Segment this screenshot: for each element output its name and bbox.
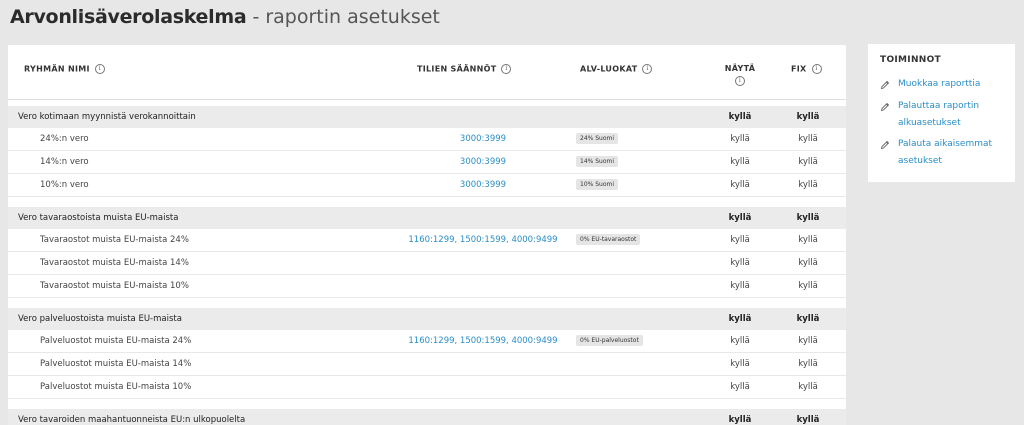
fix-value[interactable]: kyllä [788,151,828,173]
vat-class-cell: 14% Suomi [576,151,619,173]
header-fix: FIX i [791,64,822,74]
actions-title: TOIMINNOT [880,55,941,65]
pencil-icon [880,80,890,90]
restore-previous-action[interactable]: Palauta aikaisemmat asetukset [880,139,1010,170]
show-value[interactable]: kyllä [720,330,760,352]
show-value[interactable]: kyllä [720,275,760,297]
show-value[interactable]: kyllä [720,128,760,150]
group-name: Vero tavaroiden maahantuonneista EU:n ul… [18,415,246,425]
report-settings-table: RYHMÄN NIMI i TILIEN SÄÄNNÖT i ALV-LUOKAT i… [8,45,846,425]
table-row: Tavaraostot muista EU-maista 14% kyllä kyl… [8,252,846,275]
vat-class-cell: 0% EU-tavaraostot [576,229,641,251]
table-body: Vero kotimaan myynnistä verokannoittain k… [8,106,846,425]
fix-value[interactable]: kyllä [788,252,828,274]
fix-value[interactable]: kyllä [788,229,828,251]
fix-value[interactable]: kyllä [788,128,828,150]
header-group-name: RYHMÄN NIMI i [24,64,105,74]
show-value[interactable]: kyllä [720,353,760,375]
fix-value[interactable]: kyllä [788,207,828,229]
table-header: RYHMÄN NIMI i TILIEN SÄÄNNÖT i ALV-LUOKAT i… [8,45,846,100]
vat-class-badge: 24% Suomi [576,133,619,144]
header-account-rules: TILIEN SÄÄNNÖT i [417,64,512,74]
info-icon[interactable]: i [735,76,745,86]
fix-value[interactable]: kyllä [788,106,828,128]
info-icon[interactable]: i [642,64,653,74]
vat-class-badge: 0% EU-palveluostot [576,335,643,346]
actions-panel: TOIMINNOT Muokkaa raporttia Palauttaa ra… [868,44,1015,182]
show-value[interactable]: kyllä [720,151,760,173]
pencil-icon [880,102,890,112]
fix-value[interactable]: kyllä [788,275,828,297]
reset-report-link[interactable]: Palauttaa raportin alkuasetukset [898,98,1010,132]
vat-class-cell: 24% Suomi [576,128,619,150]
show-value[interactable]: kyllä [720,376,760,398]
show-value[interactable]: kyllä [720,308,760,330]
pencil-icon [880,140,890,150]
vat-class-badge: 14% Suomi [576,156,619,167]
fix-value[interactable]: kyllä [788,376,828,398]
vat-class-badge: 10% Suomi [576,179,619,190]
fix-value[interactable]: kyllä [788,330,828,352]
fix-value[interactable]: kyllä [788,174,828,196]
table-row: Tavaraostot muista EU-maista 10% kyllä kyl… [8,275,846,298]
page-title: Arvonlisäverolaskelma - raportin asetuks… [10,6,440,28]
row-name: Tavaraostot muista EU-maista 10% [40,281,189,291]
row-name: Palveluostot muista EU-maista 24% [40,336,192,346]
table-row: Palveluostot muista EU-maista 24% 1160:12… [8,330,846,353]
vat-class-cell: 10% Suomi [576,174,619,196]
table-row: Palveluostot muista EU-maista 10% kyllä ky… [8,376,846,399]
header-vat-classes: ALV-LUOKAT i [580,64,653,74]
reset-report-action[interactable]: Palauttaa raportin alkuasetukset [880,101,1010,132]
table-row: 14%:n vero 3000:3999 14% Suomi kyllä kyllä [8,151,846,174]
row-name: 10%:n vero [40,180,89,190]
group-row: Vero tavaroiden maahantuonneista EU:n ul… [8,409,846,425]
row-name: Tavaraostot muista EU-maista 24% [40,235,189,245]
vat-class-badge: 0% EU-tavaraostot [576,234,641,245]
row-name: Palveluostot muista EU-maista 10% [40,382,192,392]
fix-value[interactable]: kyllä [788,308,828,330]
group-name: Vero tavaraostoista muista EU-maista [18,213,179,223]
group-row: Vero tavaraostoista muista EU-maista kyll… [8,207,846,229]
header-show: NÄYTÄ i [724,64,756,86]
info-icon[interactable]: i [811,64,822,74]
edit-report-link[interactable]: Muokkaa raporttia [898,76,980,93]
page-title-main: Arvonlisäverolaskelma [10,6,247,28]
page-title-sub: - raportin asetukset [252,6,440,28]
show-value[interactable]: kyllä [720,409,760,425]
group-name: Vero kotimaan myynnistä verokannoittain [18,112,196,122]
row-name: 14%:n vero [40,157,89,167]
table-row: Palveluostot muista EU-maista 14% kyllä ky… [8,353,846,376]
group-row: Vero kotimaan myynnistä verokannoittain k… [8,106,846,128]
group-name: Vero palveluostoista muista EU-maista [18,314,182,324]
fix-value[interactable]: kyllä [788,409,828,425]
table-row: Tavaraostot muista EU-maista 24% 1160:129… [8,229,846,252]
restore-previous-link[interactable]: Palauta aikaisemmat asetukset [898,136,1010,170]
table-row: 10%:n vero 3000:3999 10% Suomi kyllä kyllä [8,174,846,197]
table-row: 24%:n vero 3000:3999 24% Suomi kyllä kyllä [8,128,846,151]
info-icon[interactable]: i [94,64,105,74]
show-value[interactable]: kyllä [720,174,760,196]
vat-class-cell: 0% EU-palveluostot [576,330,643,352]
edit-report-action[interactable]: Muokkaa raporttia [880,79,1010,93]
show-value[interactable]: kyllä [720,207,760,229]
show-value[interactable]: kyllä [720,106,760,128]
fix-value[interactable]: kyllä [788,353,828,375]
row-name: Palveluostot muista EU-maista 14% [40,359,192,369]
row-name: 24%:n vero [40,134,89,144]
row-name: Tavaraostot muista EU-maista 14% [40,258,189,268]
show-value[interactable]: kyllä [720,229,760,251]
group-row: Vero palveluostoista muista EU-maista kyl… [8,308,846,330]
info-icon[interactable]: i [501,64,512,74]
show-value[interactable]: kyllä [720,252,760,274]
